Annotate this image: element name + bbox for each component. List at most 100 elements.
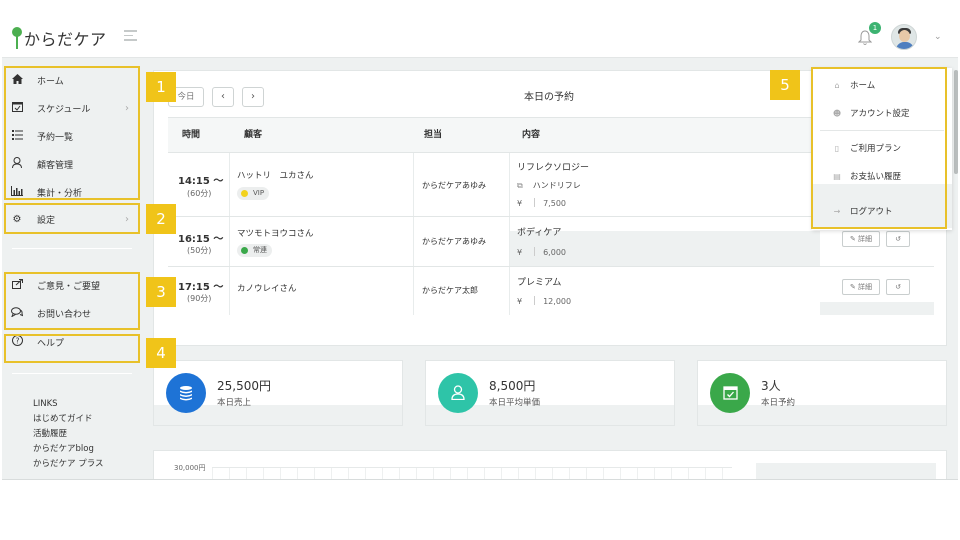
undo-button[interactable]: ↺ — [886, 231, 910, 247]
price-value: 12,000 — [543, 297, 572, 306]
user-icon — [438, 373, 478, 413]
chart-gridline — [348, 468, 349, 479]
table-row[interactable]: 17:15 〜 (90分) カノウレイさん からだケア太郎 プレミアム ¥12,… — [168, 267, 934, 315]
chevron-left-icon: ‹ — [221, 91, 225, 102]
chart-gridline — [229, 468, 230, 479]
chevron-right-icon: › — [251, 91, 255, 102]
service-cell: リフレクソロジー ⧉ ハンドリフレ ¥7,500 — [510, 153, 820, 216]
annotation-box-5 — [811, 67, 947, 229]
detail-button[interactable]: ✎ 詳細 — [842, 231, 880, 247]
tag-dot — [241, 190, 248, 197]
copy-icon: ⧉ — [517, 181, 523, 190]
service-name: リフレクソロジー — [517, 163, 590, 173]
y-axis-tick: 30,000円 — [174, 464, 206, 472]
staff-cell: からだケアあゆみ — [414, 217, 510, 266]
chart-gridline — [603, 468, 604, 479]
stat-label: 本日平均単価 — [489, 398, 541, 408]
service-price: ¥6,000 — [517, 247, 566, 257]
customer-tag: VIP — [237, 187, 270, 200]
chart-gridline — [484, 468, 485, 479]
chart-gridline — [569, 468, 570, 479]
customer-name[interactable]: マツモトヨウコさん — [237, 227, 314, 239]
annotation-number: 5 — [770, 70, 800, 100]
chart-gridline — [705, 468, 706, 479]
links-heading: LINKS — [33, 399, 58, 409]
tag-dot — [241, 247, 248, 254]
chart-gridline — [246, 468, 247, 479]
link-plus[interactable]: からだケア プラス — [33, 457, 104, 469]
undo-button[interactable]: ↺ — [886, 279, 910, 295]
price-value: 7,500 — [543, 199, 566, 208]
chart-gridline — [620, 468, 621, 479]
column-header: 担当 — [424, 130, 443, 140]
annotation-box-1 — [4, 66, 140, 200]
customer-cell: ハットリ ユカさん VIP — [230, 153, 414, 216]
edit-icon: ✎ — [849, 235, 859, 243]
time-cell: 17:15 〜 (90分) — [168, 267, 230, 315]
link-guide[interactable]: はじめてガイド — [33, 412, 93, 424]
currency-symbol: ¥ — [517, 199, 523, 208]
notification-bell-icon[interactable]: 1 — [857, 22, 881, 46]
chart-gridline — [399, 468, 400, 479]
column-header: 顧客 — [244, 130, 263, 140]
reservation-duration: (90分) — [187, 294, 212, 303]
chart-gridline — [654, 468, 655, 479]
chart-gridline — [688, 468, 689, 479]
stat-card-sales: 25,500円 本日売上 — [153, 360, 403, 426]
reservation-duration: (50分) — [187, 246, 212, 255]
customer-tag: 常連 — [237, 244, 272, 257]
staff-cell: からだケア太郎 — [414, 267, 510, 315]
link-blog[interactable]: からだケアblog — [33, 442, 94, 454]
column-header: 内容 — [522, 130, 541, 140]
undo-icon: ↺ — [895, 283, 901, 291]
option-label: ハンドリフレ — [532, 181, 581, 190]
service-option: ⧉ ハンドリフレ — [517, 180, 581, 191]
annotation-number: 2 — [146, 204, 176, 234]
currency-symbol: ¥ — [517, 297, 523, 306]
service-price: ¥12,000 — [517, 296, 571, 306]
chart-gridline — [416, 468, 417, 479]
stat-value: 3人 — [761, 379, 781, 393]
column-header: 時間 — [182, 130, 201, 140]
edit-icon: ✎ — [849, 283, 859, 291]
chart-gridline — [722, 468, 723, 479]
currency-symbol: ¥ — [517, 248, 523, 257]
avatar[interactable] — [891, 24, 917, 50]
row-shade — [820, 302, 934, 315]
stat-label: 本日売上 — [217, 398, 252, 408]
chevron-down-icon[interactable]: ⌄ — [934, 32, 942, 42]
logo[interactable]: からだケア — [12, 26, 107, 50]
next-day-button[interactable]: › — [242, 87, 264, 107]
chart-gridline — [637, 468, 638, 479]
chart-gridline — [314, 468, 315, 479]
calendar-check-icon — [710, 373, 750, 413]
chart-gridline — [382, 468, 383, 479]
service-name: ボディケア — [517, 228, 562, 238]
customer-name[interactable]: カノウレイさん — [237, 282, 297, 294]
link-activity[interactable]: 活動履歴 — [33, 427, 67, 439]
customer-name[interactable]: ハットリ ユカさん — [237, 169, 314, 181]
service-cell: プレミアム ¥12,000 — [510, 267, 820, 315]
chart-gridline — [586, 468, 587, 479]
chart-gridline — [297, 468, 298, 479]
staff-name: からだケアあゆみ — [422, 237, 486, 246]
annotation-box-2 — [4, 203, 140, 234]
tree-logo-icon — [12, 27, 22, 49]
chart-grid — [212, 467, 732, 479]
detail-button[interactable]: ✎ 詳細 — [842, 279, 880, 295]
reservation-time: 16:15 〜 — [178, 234, 224, 245]
price-value: 6,000 — [543, 248, 566, 257]
scrollbar[interactable] — [954, 70, 958, 174]
staff-name: からだケア太郎 — [422, 286, 478, 295]
menu-toggle-icon[interactable] — [124, 30, 137, 44]
sidebar-divider — [12, 373, 132, 374]
annotation-number: 3 — [146, 277, 176, 307]
chart-gridline — [535, 468, 536, 479]
chart-gridline — [280, 468, 281, 479]
chart-gridline — [518, 468, 519, 479]
prev-day-button[interactable]: ‹ — [212, 87, 234, 107]
top-bar: からだケア 1 ⌄ — [2, 14, 958, 58]
chart-gridline — [263, 468, 264, 479]
reservation-time: 14:15 〜 — [178, 176, 224, 187]
detail-label: 詳細 — [858, 283, 873, 291]
